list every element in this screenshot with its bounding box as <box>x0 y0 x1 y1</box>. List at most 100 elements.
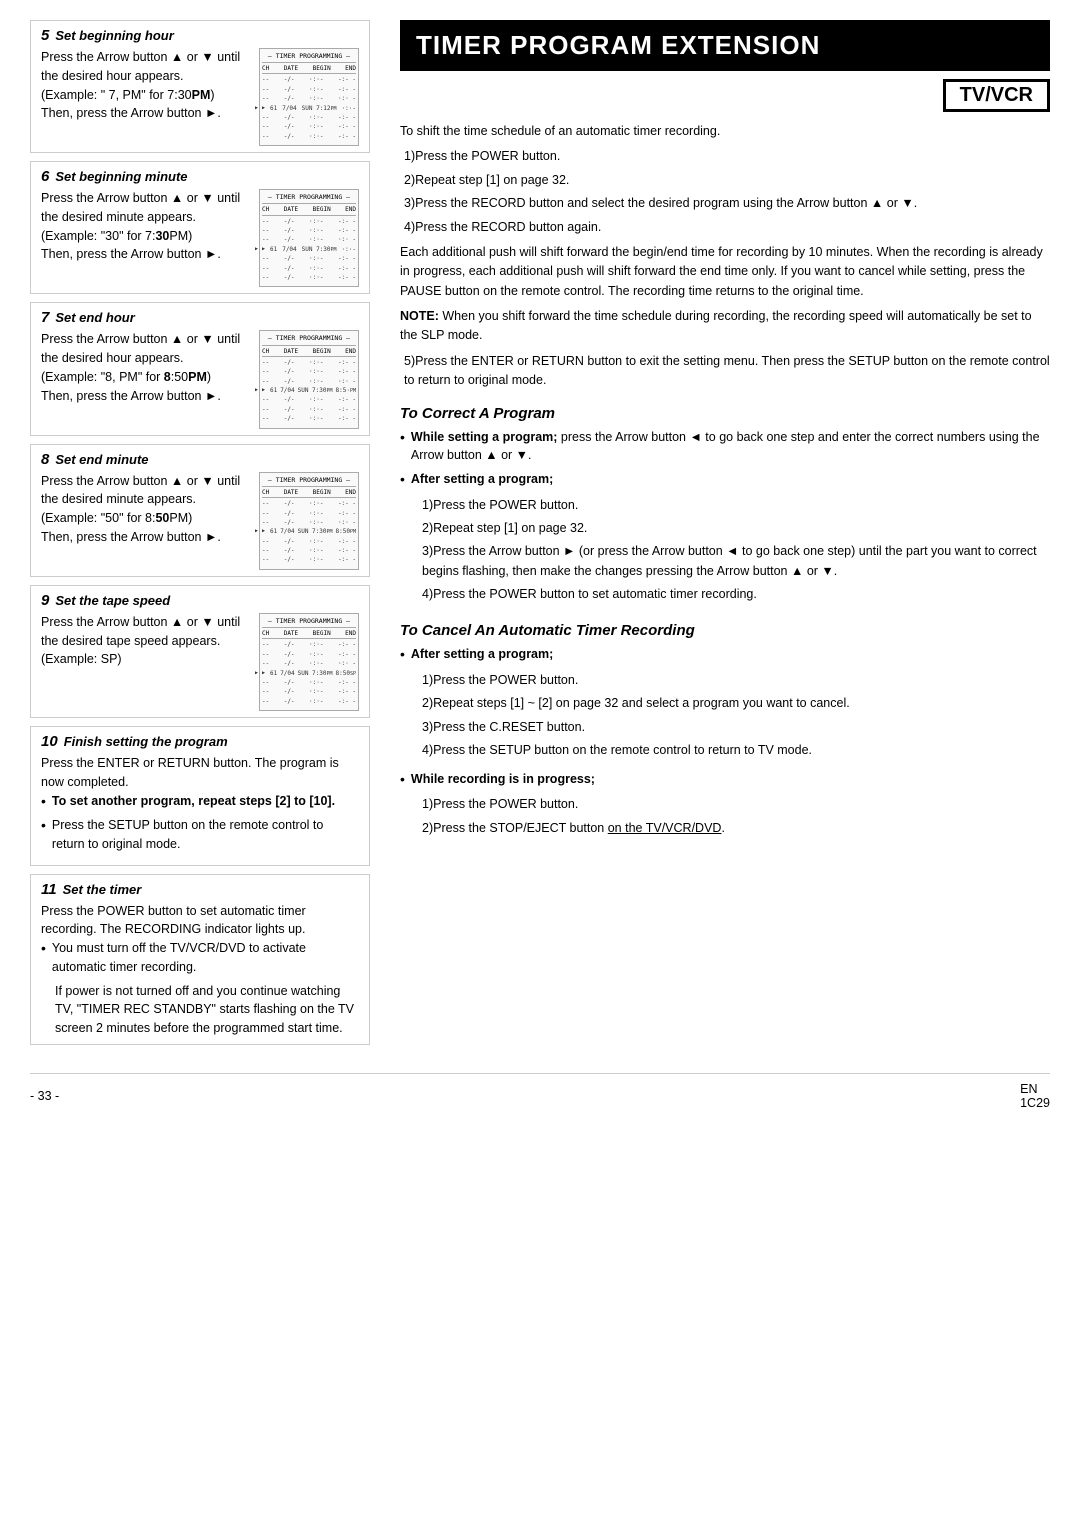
step-9-title: Set the tape speed <box>55 593 170 608</box>
correct-section-title: To Correct A Program <box>400 405 1050 422</box>
step-10-bullet1: • To set another program, repeat steps [… <box>41 792 359 812</box>
footer-page: - 33 - <box>30 1089 59 1103</box>
correct-step-2: 2)Repeat step [1] on page 32. <box>418 519 1050 538</box>
step-6-box: 6 Set beginning minute Press the Arrow b… <box>30 161 370 294</box>
cancel-bullet-1-steps: 1)Press the POWER button. 2)Repeat steps… <box>400 671 1050 765</box>
correct-bullet-1-text: While setting a program; press the Arrow… <box>411 428 1050 466</box>
cancel-bullet-2: • While recording is in progress; 1)Pres… <box>400 770 1050 842</box>
step-6-timer-display: – TIMER PROGRAMMING – CHDATEBEGINEND ---… <box>259 189 359 287</box>
cancel-while-step-2: 2)Press the STOP/EJECT button on the TV/… <box>418 819 1050 838</box>
step-5-content: Press the Arrow button ▲ or ▼ until the … <box>41 48 359 146</box>
step-5-timer-display: – TIMER PROGRAMMING – CHDATEBEGINEND ---… <box>259 48 359 146</box>
step-6-number: 6 <box>41 168 49 185</box>
step-9-content: Press the Arrow button ▲ or ▼ until the … <box>41 613 359 711</box>
footer-code: 1C29 <box>1020 1096 1050 1110</box>
step-8-text: Press the Arrow button ▲ or ▼ until the … <box>41 472 251 570</box>
bullet-icon-cancel-2: • <box>400 770 405 790</box>
correct-bullet-2: • After setting a program; 1)Press the P… <box>400 470 1050 608</box>
correct-step-3: 3)Press the Arrow button ► (or press the… <box>418 542 1050 581</box>
step-8-timer-display: – TIMER PROGRAMMING – CHDATEBEGINEND ---… <box>259 472 359 570</box>
step-5-number: 5 <box>41 27 49 44</box>
step-5-box: 5 Set beginning hour Press the Arrow but… <box>30 20 370 153</box>
right-step-5: 5)Press the ENTER or RETURN button to ex… <box>400 352 1050 391</box>
bullet-icon-2: • <box>41 816 46 854</box>
cancel-bullet-2-steps: 1)Press the POWER button. 2)Press the ST… <box>400 795 1050 842</box>
right-column: TIMER PROGRAM EXTENSION TV/VCR To shift … <box>390 20 1050 1053</box>
right-intro: To shift the time schedule of an automat… <box>400 122 1050 141</box>
footer-lang: EN <box>1020 1082 1037 1096</box>
right-step-2: 2)Repeat step [1] on page 32. <box>400 171 1050 190</box>
step-11-bullet1: • You must turn off the TV/VCR/DVD to ac… <box>41 939 359 977</box>
bullet-icon-3: • <box>41 939 46 977</box>
correct-step-4: 4)Press the POWER button to set automati… <box>418 585 1050 604</box>
right-body1: Each additional push will shift forward … <box>400 243 1050 301</box>
step-11-box: 11 Set the timer Press the POWER button … <box>30 874 370 1045</box>
step-10-number: 10 <box>41 733 58 750</box>
step-7-title: Set end hour <box>55 310 134 325</box>
step-5-text: Press the Arrow button ▲ or ▼ until the … <box>41 48 251 146</box>
step-10-para1: Press the ENTER or RETURN button. The pr… <box>41 754 359 792</box>
bullet-icon-correct-1: • <box>400 428 405 466</box>
step-8-title: Set end minute <box>55 452 148 467</box>
page-container: 5 Set beginning hour Press the Arrow but… <box>30 20 1050 1053</box>
cancel-section-title: To Cancel An Automatic Timer Recording <box>400 622 1050 639</box>
cancel-bullet-1: • After setting a program; 1)Press the P… <box>400 645 1050 764</box>
step-8-header: 8 Set end minute <box>41 451 359 468</box>
tv-vcr-badge: TV/VCR <box>943 79 1050 112</box>
bullet-icon-correct-2: • <box>400 470 405 490</box>
step-8-content: Press the Arrow button ▲ or ▼ until the … <box>41 472 359 570</box>
step-7-timer-display: – TIMER PROGRAMMING – CHDATEBEGINEND ---… <box>259 330 359 428</box>
left-column: 5 Set beginning hour Press the Arrow but… <box>30 20 370 1053</box>
right-step-1: 1)Press the POWER button. <box>400 147 1050 166</box>
page-title: TIMER PROGRAM EXTENSION <box>400 20 1050 71</box>
step-8-box: 8 Set end minute Press the Arrow button … <box>30 444 370 577</box>
step-8-number: 8 <box>41 451 49 468</box>
step-5-header: 5 Set beginning hour <box>41 27 359 44</box>
step-10-bullet1-text: To set another program, repeat steps [2]… <box>52 792 335 812</box>
step-10-bullet2-text: Press the SETUP button on the remote con… <box>52 816 359 854</box>
right-step-4: 4)Press the RECORD button again. <box>400 218 1050 237</box>
step-10-box: 10 Finish setting the program Press the … <box>30 726 370 866</box>
cancel-bullet-1-label: After setting a program; <box>411 645 553 665</box>
step-7-box: 7 Set end hour Press the Arrow button ▲ … <box>30 302 370 435</box>
correct-bullet-2-steps: 1)Press the POWER button. 2)Repeat step … <box>400 496 1050 609</box>
step-9-number: 9 <box>41 592 49 609</box>
step-6-title: Set beginning minute <box>55 169 187 184</box>
step-11-para1: Press the POWER button to set automatic … <box>41 902 359 940</box>
right-step-3: 3)Press the RECORD button and select the… <box>400 194 1050 213</box>
correct-bullet-2-label: After setting a program; <box>411 470 553 490</box>
step-6-header: 6 Set beginning minute <box>41 168 359 185</box>
step-9-timer-display: – TIMER PROGRAMMING – CHDATEBEGINEND ---… <box>259 613 359 711</box>
footer-right: EN 1C29 <box>1020 1082 1050 1110</box>
step-11-content: Press the POWER button to set automatic … <box>41 902 359 1038</box>
step-9-text: Press the Arrow button ▲ or ▼ until the … <box>41 613 251 711</box>
cancel-bullet-2-label: While recording is in progress; <box>411 770 595 790</box>
step-11-header: 11 Set the timer <box>41 881 359 898</box>
step-11-para2: If power is not turned off and you conti… <box>41 982 359 1038</box>
step-6-content: Press the Arrow button ▲ or ▼ until the … <box>41 189 359 287</box>
step-7-number: 7 <box>41 309 49 326</box>
step-11-title: Set the timer <box>63 882 142 897</box>
correct-step-1: 1)Press the POWER button. <box>418 496 1050 515</box>
cancel-step-2: 2)Repeat steps [1] ~ [2] on page 32 and … <box>418 694 1050 713</box>
step-10-bullet2: • Press the SETUP button on the remote c… <box>41 816 359 854</box>
step-11-number: 11 <box>41 881 57 898</box>
step-9-header: 9 Set the tape speed <box>41 592 359 609</box>
step-7-content: Press the Arrow button ▲ or ▼ until the … <box>41 330 359 428</box>
cancel-step-3: 3)Press the C.RESET button. <box>418 718 1050 737</box>
title-text: TIMER PROGRAM EXTENSION <box>416 30 820 60</box>
step-6-text: Press the Arrow button ▲ or ▼ until the … <box>41 189 251 287</box>
bullet-icon-cancel-1: • <box>400 645 405 665</box>
badge-area: TV/VCR <box>400 79 1050 122</box>
right-note: NOTE: When you shift forward the time sc… <box>400 307 1050 346</box>
cancel-step-1: 1)Press the POWER button. <box>418 671 1050 690</box>
step-11-bullet1-text: You must turn off the TV/VCR/DVD to acti… <box>52 939 359 977</box>
correct-bullet-1: • While setting a program; press the Arr… <box>400 428 1050 466</box>
step-10-header: 10 Finish setting the program <box>41 733 359 750</box>
step-7-text: Press the Arrow button ▲ or ▼ until the … <box>41 330 251 428</box>
step-10-title: Finish setting the program <box>64 734 228 749</box>
bullet-icon-1: • <box>41 792 46 812</box>
step-10-content: Press the ENTER or RETURN button. The pr… <box>41 754 359 854</box>
step-7-header: 7 Set end hour <box>41 309 359 326</box>
cancel-step-4: 4)Press the SETUP button on the remote c… <box>418 741 1050 760</box>
